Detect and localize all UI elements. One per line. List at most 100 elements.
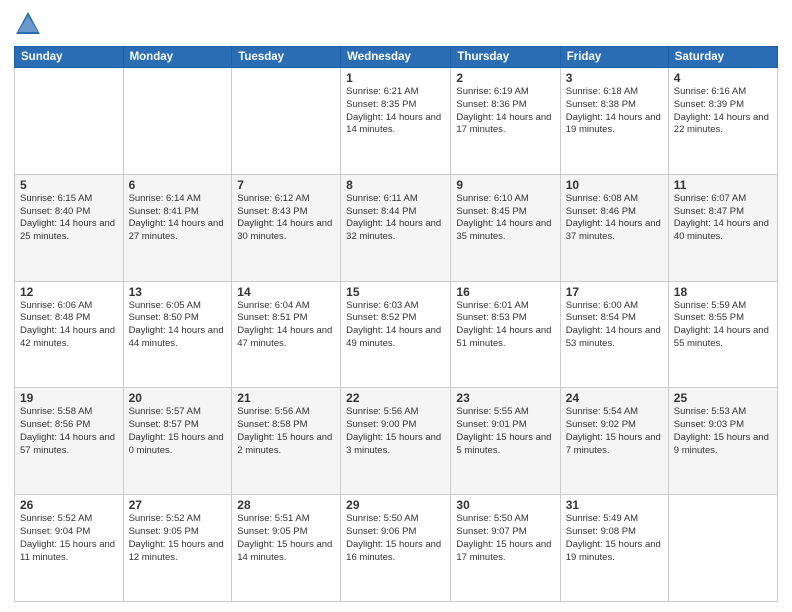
day-info: Sunrise: 5:59 AMSunset: 8:55 PMDaylight:… <box>674 300 772 351</box>
day-info: Sunrise: 5:52 AMSunset: 9:05 PMDaylight:… <box>129 513 227 564</box>
calendar-cell: 10Sunrise: 6:08 AMSunset: 8:46 PMDayligh… <box>560 174 668 281</box>
calendar-cell: 26Sunrise: 5:52 AMSunset: 9:04 PMDayligh… <box>15 495 124 602</box>
day-info: Sunrise: 5:50 AMSunset: 9:06 PMDaylight:… <box>346 513 445 564</box>
calendar-cell: 13Sunrise: 6:05 AMSunset: 8:50 PMDayligh… <box>123 281 232 388</box>
day-info: Sunrise: 6:03 AMSunset: 8:52 PMDaylight:… <box>346 300 445 351</box>
calendar-week-row: 19Sunrise: 5:58 AMSunset: 8:56 PMDayligh… <box>15 388 778 495</box>
day-number: 15 <box>346 285 445 299</box>
calendar-cell: 12Sunrise: 6:06 AMSunset: 8:48 PMDayligh… <box>15 281 124 388</box>
day-number: 21 <box>237 391 335 405</box>
day-number: 25 <box>674 391 772 405</box>
day-number: 18 <box>674 285 772 299</box>
day-info: Sunrise: 5:56 AMSunset: 8:58 PMDaylight:… <box>237 406 335 457</box>
calendar-cell: 3Sunrise: 6:18 AMSunset: 8:38 PMDaylight… <box>560 68 668 175</box>
day-info: Sunrise: 5:52 AMSunset: 9:04 PMDaylight:… <box>20 513 118 564</box>
calendar-cell: 14Sunrise: 6:04 AMSunset: 8:51 PMDayligh… <box>232 281 341 388</box>
day-number: 19 <box>20 391 118 405</box>
logo-icon <box>14 10 42 38</box>
day-number: 12 <box>20 285 118 299</box>
day-number: 10 <box>566 178 663 192</box>
day-number: 1 <box>346 71 445 85</box>
logo <box>14 10 46 38</box>
calendar-cell: 27Sunrise: 5:52 AMSunset: 9:05 PMDayligh… <box>123 495 232 602</box>
day-number: 29 <box>346 498 445 512</box>
day-info: Sunrise: 6:04 AMSunset: 8:51 PMDaylight:… <box>237 300 335 351</box>
day-info: Sunrise: 6:14 AMSunset: 8:41 PMDaylight:… <box>129 193 227 244</box>
calendar-cell: 31Sunrise: 5:49 AMSunset: 9:08 PMDayligh… <box>560 495 668 602</box>
weekday-header: Thursday <box>451 47 560 68</box>
calendar-cell: 25Sunrise: 5:53 AMSunset: 9:03 PMDayligh… <box>668 388 777 495</box>
day-number: 20 <box>129 391 227 405</box>
weekday-header: Tuesday <box>232 47 341 68</box>
day-info: Sunrise: 6:06 AMSunset: 8:48 PMDaylight:… <box>20 300 118 351</box>
weekday-header: Saturday <box>668 47 777 68</box>
day-info: Sunrise: 6:18 AMSunset: 8:38 PMDaylight:… <box>566 86 663 137</box>
calendar-cell <box>668 495 777 602</box>
calendar-cell: 30Sunrise: 5:50 AMSunset: 9:07 PMDayligh… <box>451 495 560 602</box>
calendar-cell: 23Sunrise: 5:55 AMSunset: 9:01 PMDayligh… <box>451 388 560 495</box>
calendar-week-row: 26Sunrise: 5:52 AMSunset: 9:04 PMDayligh… <box>15 495 778 602</box>
day-info: Sunrise: 5:58 AMSunset: 8:56 PMDaylight:… <box>20 406 118 457</box>
day-number: 7 <box>237 178 335 192</box>
calendar-week-row: 5Sunrise: 6:15 AMSunset: 8:40 PMDaylight… <box>15 174 778 281</box>
calendar-header-row: SundayMondayTuesdayWednesdayThursdayFrid… <box>15 47 778 68</box>
calendar-week-row: 1Sunrise: 6:21 AMSunset: 8:35 PMDaylight… <box>15 68 778 175</box>
calendar-cell: 2Sunrise: 6:19 AMSunset: 8:36 PMDaylight… <box>451 68 560 175</box>
calendar-cell <box>15 68 124 175</box>
day-info: Sunrise: 5:57 AMSunset: 8:57 PMDaylight:… <box>129 406 227 457</box>
calendar-cell: 19Sunrise: 5:58 AMSunset: 8:56 PMDayligh… <box>15 388 124 495</box>
day-number: 27 <box>129 498 227 512</box>
day-info: Sunrise: 6:12 AMSunset: 8:43 PMDaylight:… <box>237 193 335 244</box>
calendar-cell: 6Sunrise: 6:14 AMSunset: 8:41 PMDaylight… <box>123 174 232 281</box>
calendar-cell: 4Sunrise: 6:16 AMSunset: 8:39 PMDaylight… <box>668 68 777 175</box>
day-info: Sunrise: 6:08 AMSunset: 8:46 PMDaylight:… <box>566 193 663 244</box>
day-info: Sunrise: 5:50 AMSunset: 9:07 PMDaylight:… <box>456 513 554 564</box>
day-info: Sunrise: 6:10 AMSunset: 8:45 PMDaylight:… <box>456 193 554 244</box>
day-number: 13 <box>129 285 227 299</box>
calendar-cell: 9Sunrise: 6:10 AMSunset: 8:45 PMDaylight… <box>451 174 560 281</box>
day-info: Sunrise: 6:15 AMSunset: 8:40 PMDaylight:… <box>20 193 118 244</box>
day-info: Sunrise: 6:07 AMSunset: 8:47 PMDaylight:… <box>674 193 772 244</box>
calendar-cell: 8Sunrise: 6:11 AMSunset: 8:44 PMDaylight… <box>341 174 451 281</box>
calendar-cell: 18Sunrise: 5:59 AMSunset: 8:55 PMDayligh… <box>668 281 777 388</box>
day-info: Sunrise: 6:19 AMSunset: 8:36 PMDaylight:… <box>456 86 554 137</box>
day-info: Sunrise: 5:51 AMSunset: 9:05 PMDaylight:… <box>237 513 335 564</box>
calendar-cell: 7Sunrise: 6:12 AMSunset: 8:43 PMDaylight… <box>232 174 341 281</box>
day-number: 11 <box>674 178 772 192</box>
day-number: 4 <box>674 71 772 85</box>
weekday-header: Sunday <box>15 47 124 68</box>
day-number: 9 <box>456 178 554 192</box>
day-info: Sunrise: 6:11 AMSunset: 8:44 PMDaylight:… <box>346 193 445 244</box>
day-info: Sunrise: 5:49 AMSunset: 9:08 PMDaylight:… <box>566 513 663 564</box>
day-number: 5 <box>20 178 118 192</box>
day-number: 8 <box>346 178 445 192</box>
calendar-cell: 24Sunrise: 5:54 AMSunset: 9:02 PMDayligh… <box>560 388 668 495</box>
day-number: 3 <box>566 71 663 85</box>
calendar-cell: 5Sunrise: 6:15 AMSunset: 8:40 PMDaylight… <box>15 174 124 281</box>
day-info: Sunrise: 6:21 AMSunset: 8:35 PMDaylight:… <box>346 86 445 137</box>
page-header <box>14 10 778 38</box>
day-number: 30 <box>456 498 554 512</box>
day-number: 31 <box>566 498 663 512</box>
day-info: Sunrise: 5:53 AMSunset: 9:03 PMDaylight:… <box>674 406 772 457</box>
day-number: 23 <box>456 391 554 405</box>
calendar-cell: 29Sunrise: 5:50 AMSunset: 9:06 PMDayligh… <box>341 495 451 602</box>
day-number: 6 <box>129 178 227 192</box>
calendar-cell: 17Sunrise: 6:00 AMSunset: 8:54 PMDayligh… <box>560 281 668 388</box>
day-info: Sunrise: 6:00 AMSunset: 8:54 PMDaylight:… <box>566 300 663 351</box>
weekday-header: Friday <box>560 47 668 68</box>
day-number: 2 <box>456 71 554 85</box>
day-info: Sunrise: 5:56 AMSunset: 9:00 PMDaylight:… <box>346 406 445 457</box>
day-number: 17 <box>566 285 663 299</box>
day-info: Sunrise: 5:55 AMSunset: 9:01 PMDaylight:… <box>456 406 554 457</box>
day-info: Sunrise: 6:05 AMSunset: 8:50 PMDaylight:… <box>129 300 227 351</box>
calendar-cell: 15Sunrise: 6:03 AMSunset: 8:52 PMDayligh… <box>341 281 451 388</box>
day-info: Sunrise: 5:54 AMSunset: 9:02 PMDaylight:… <box>566 406 663 457</box>
calendar-week-row: 12Sunrise: 6:06 AMSunset: 8:48 PMDayligh… <box>15 281 778 388</box>
weekday-header: Monday <box>123 47 232 68</box>
weekday-header: Wednesday <box>341 47 451 68</box>
calendar-table: SundayMondayTuesdayWednesdayThursdayFrid… <box>14 46 778 602</box>
calendar-cell: 1Sunrise: 6:21 AMSunset: 8:35 PMDaylight… <box>341 68 451 175</box>
day-number: 28 <box>237 498 335 512</box>
day-info: Sunrise: 6:16 AMSunset: 8:39 PMDaylight:… <box>674 86 772 137</box>
